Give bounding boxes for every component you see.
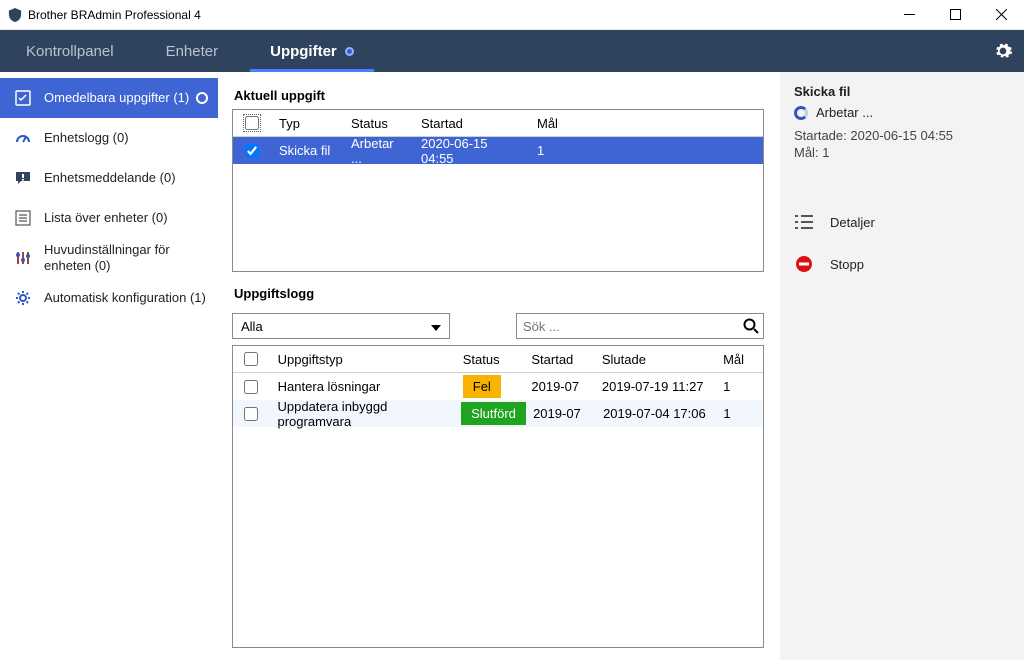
col-status[interactable]: Status	[343, 116, 413, 131]
stop-label: Stopp	[830, 257, 864, 272]
gear-icon	[993, 41, 1013, 61]
sidebar-item-label: Enhetslogg (0)	[44, 130, 208, 146]
current-task-row-target: 1	[529, 143, 763, 158]
stop-icon	[794, 254, 814, 274]
search-icon	[743, 318, 759, 334]
log-filter-value: Alla	[241, 319, 263, 334]
col-type[interactable]: Typ	[271, 116, 343, 131]
log-row-ended: 2019-07-19 11:27	[594, 379, 715, 394]
sidebar-item-radio-icon	[196, 92, 208, 104]
settings-button[interactable]	[982, 30, 1024, 72]
log-select-all-checkbox[interactable]	[244, 352, 258, 366]
details-label: Detaljer	[830, 215, 875, 230]
sidebar-item-label: Enhetsmeddelande (0)	[44, 170, 208, 186]
log-search-wrap	[516, 313, 764, 339]
current-task-select-all-checkbox[interactable]	[245, 116, 259, 130]
details-icon	[794, 212, 814, 232]
nav-tab-label: Uppgifter	[270, 43, 337, 60]
log-row-ended: 2019-07-04 17:06	[595, 406, 715, 421]
chevron-down-icon	[431, 319, 441, 334]
log-row-type: Uppdatera inbyggd programvara	[269, 399, 453, 429]
sidebar-item-label: Automatisk konfiguration (1)	[44, 290, 208, 306]
info-working-text: Arbetar ...	[816, 105, 873, 120]
log-row-checkbox[interactable]	[244, 407, 258, 421]
details-button[interactable]: Detaljer	[794, 212, 1010, 232]
main-content: Aktuell uppgift Typ Status Startad Mål S…	[218, 72, 780, 660]
log-row-target: 1	[715, 406, 763, 421]
window-close-button[interactable]	[978, 0, 1024, 29]
log-row-status: Slutförd	[461, 402, 526, 425]
current-task-title: Aktuell uppgift	[234, 88, 764, 103]
current-task-row[interactable]: Skicka fil Arbetar ... 2020-06-15 04:55 …	[233, 137, 763, 164]
message-icon	[14, 169, 32, 187]
task-log-header-row: Uppgiftstyp Status Startad Slutade Mål	[233, 346, 763, 373]
sliders-icon	[14, 249, 32, 267]
sidebar: Omedelbara uppgifter (1) Enhetslogg (0) …	[0, 72, 218, 660]
task-log-title: Uppgiftslogg	[234, 286, 764, 301]
task-log-row[interactable]: Hantera lösningar Fel 2019-07 2019-07-19…	[233, 373, 763, 400]
info-title: Skicka fil	[794, 84, 1010, 99]
col-started[interactable]: Startad	[413, 116, 529, 131]
col-ended[interactable]: Slutade	[594, 352, 715, 367]
col-tasktype[interactable]: Uppgiftstyp	[270, 352, 455, 367]
sidebar-item-main-settings[interactable]: Huvudinställningar för enheten (0)	[0, 238, 218, 278]
task-log-row[interactable]: Uppdatera inbyggd programvara Slutförd 2…	[233, 400, 763, 427]
log-row-type: Hantera lösningar	[270, 379, 455, 394]
title-bar: Brother BRAdmin Professional 4	[0, 0, 1024, 30]
log-row-checkbox[interactable]	[244, 380, 258, 394]
log-row-status: Fel	[463, 375, 501, 398]
log-search-input[interactable]	[523, 319, 739, 334]
current-task-row-checkbox[interactable]	[245, 144, 259, 158]
col-started[interactable]: Startad	[523, 352, 593, 367]
sidebar-item-label: Omedelbara uppgifter (1)	[44, 90, 196, 106]
info-working-row: Arbetar ...	[794, 105, 1010, 120]
top-nav: Kontrollpanel Enheter Uppgifter	[0, 30, 1024, 72]
search-button[interactable]	[739, 318, 763, 334]
log-filter-combo[interactable]: Alla	[232, 313, 450, 339]
log-row-started: 2019-07	[523, 379, 593, 394]
col-target[interactable]: Mål	[715, 352, 763, 367]
info-target: Mål: 1	[794, 145, 1010, 160]
app-logo-icon	[8, 8, 22, 22]
sidebar-item-label: Lista över enheter (0)	[44, 210, 208, 226]
nav-tab-label: Kontrollpanel	[26, 43, 114, 60]
nav-tab-dashboard[interactable]: Kontrollpanel	[0, 30, 140, 72]
sidebar-item-instant-tasks[interactable]: Omedelbara uppgifter (1)	[0, 78, 218, 118]
log-row-started: 2019-07	[525, 406, 595, 421]
window-title: Brother BRAdmin Professional 4	[28, 8, 886, 22]
sidebar-item-auto-config[interactable]: Automatisk konfiguration (1)	[0, 278, 218, 318]
task-log-table: Uppgiftstyp Status Startad Slutade Mål H…	[232, 345, 764, 648]
col-status[interactable]: Status	[455, 352, 524, 367]
current-task-row-type: Skicka fil	[271, 143, 343, 158]
nav-tab-label: Enheter	[166, 43, 219, 60]
nav-tab-tasks[interactable]: Uppgifter	[244, 30, 380, 72]
current-task-row-status: Arbetar ...	[343, 136, 413, 166]
nav-tab-devices[interactable]: Enheter	[140, 30, 245, 72]
info-panel: Skicka fil Arbetar ... Startade: 2020-06…	[780, 72, 1024, 660]
sidebar-item-device-log[interactable]: Enhetslogg (0)	[0, 118, 218, 158]
task-icon	[14, 89, 32, 107]
list-icon	[14, 209, 32, 227]
col-target[interactable]: Mål	[529, 116, 763, 131]
spinner-icon	[794, 106, 808, 120]
current-task-row-started: 2020-06-15 04:55	[413, 136, 529, 166]
current-task-header-row: Typ Status Startad Mål	[233, 110, 763, 137]
gear-small-icon	[14, 289, 32, 307]
window-minimize-button[interactable]	[886, 0, 932, 29]
current-task-table: Typ Status Startad Mål Skicka fil Arbeta…	[232, 109, 764, 272]
sidebar-item-device-list[interactable]: Lista över enheter (0)	[0, 198, 218, 238]
window-maximize-button[interactable]	[932, 0, 978, 29]
sidebar-item-label: Huvudinställningar för enheten (0)	[44, 242, 208, 273]
log-row-target: 1	[715, 379, 763, 394]
stop-button[interactable]: Stopp	[794, 254, 1010, 274]
info-started: Startade: 2020-06-15 04:55	[794, 128, 1010, 143]
sidebar-item-device-message[interactable]: Enhetsmeddelande (0)	[0, 158, 218, 198]
window-buttons	[886, 0, 1024, 29]
tasks-activity-indicator-icon	[345, 47, 354, 56]
gauge-icon	[14, 129, 32, 147]
